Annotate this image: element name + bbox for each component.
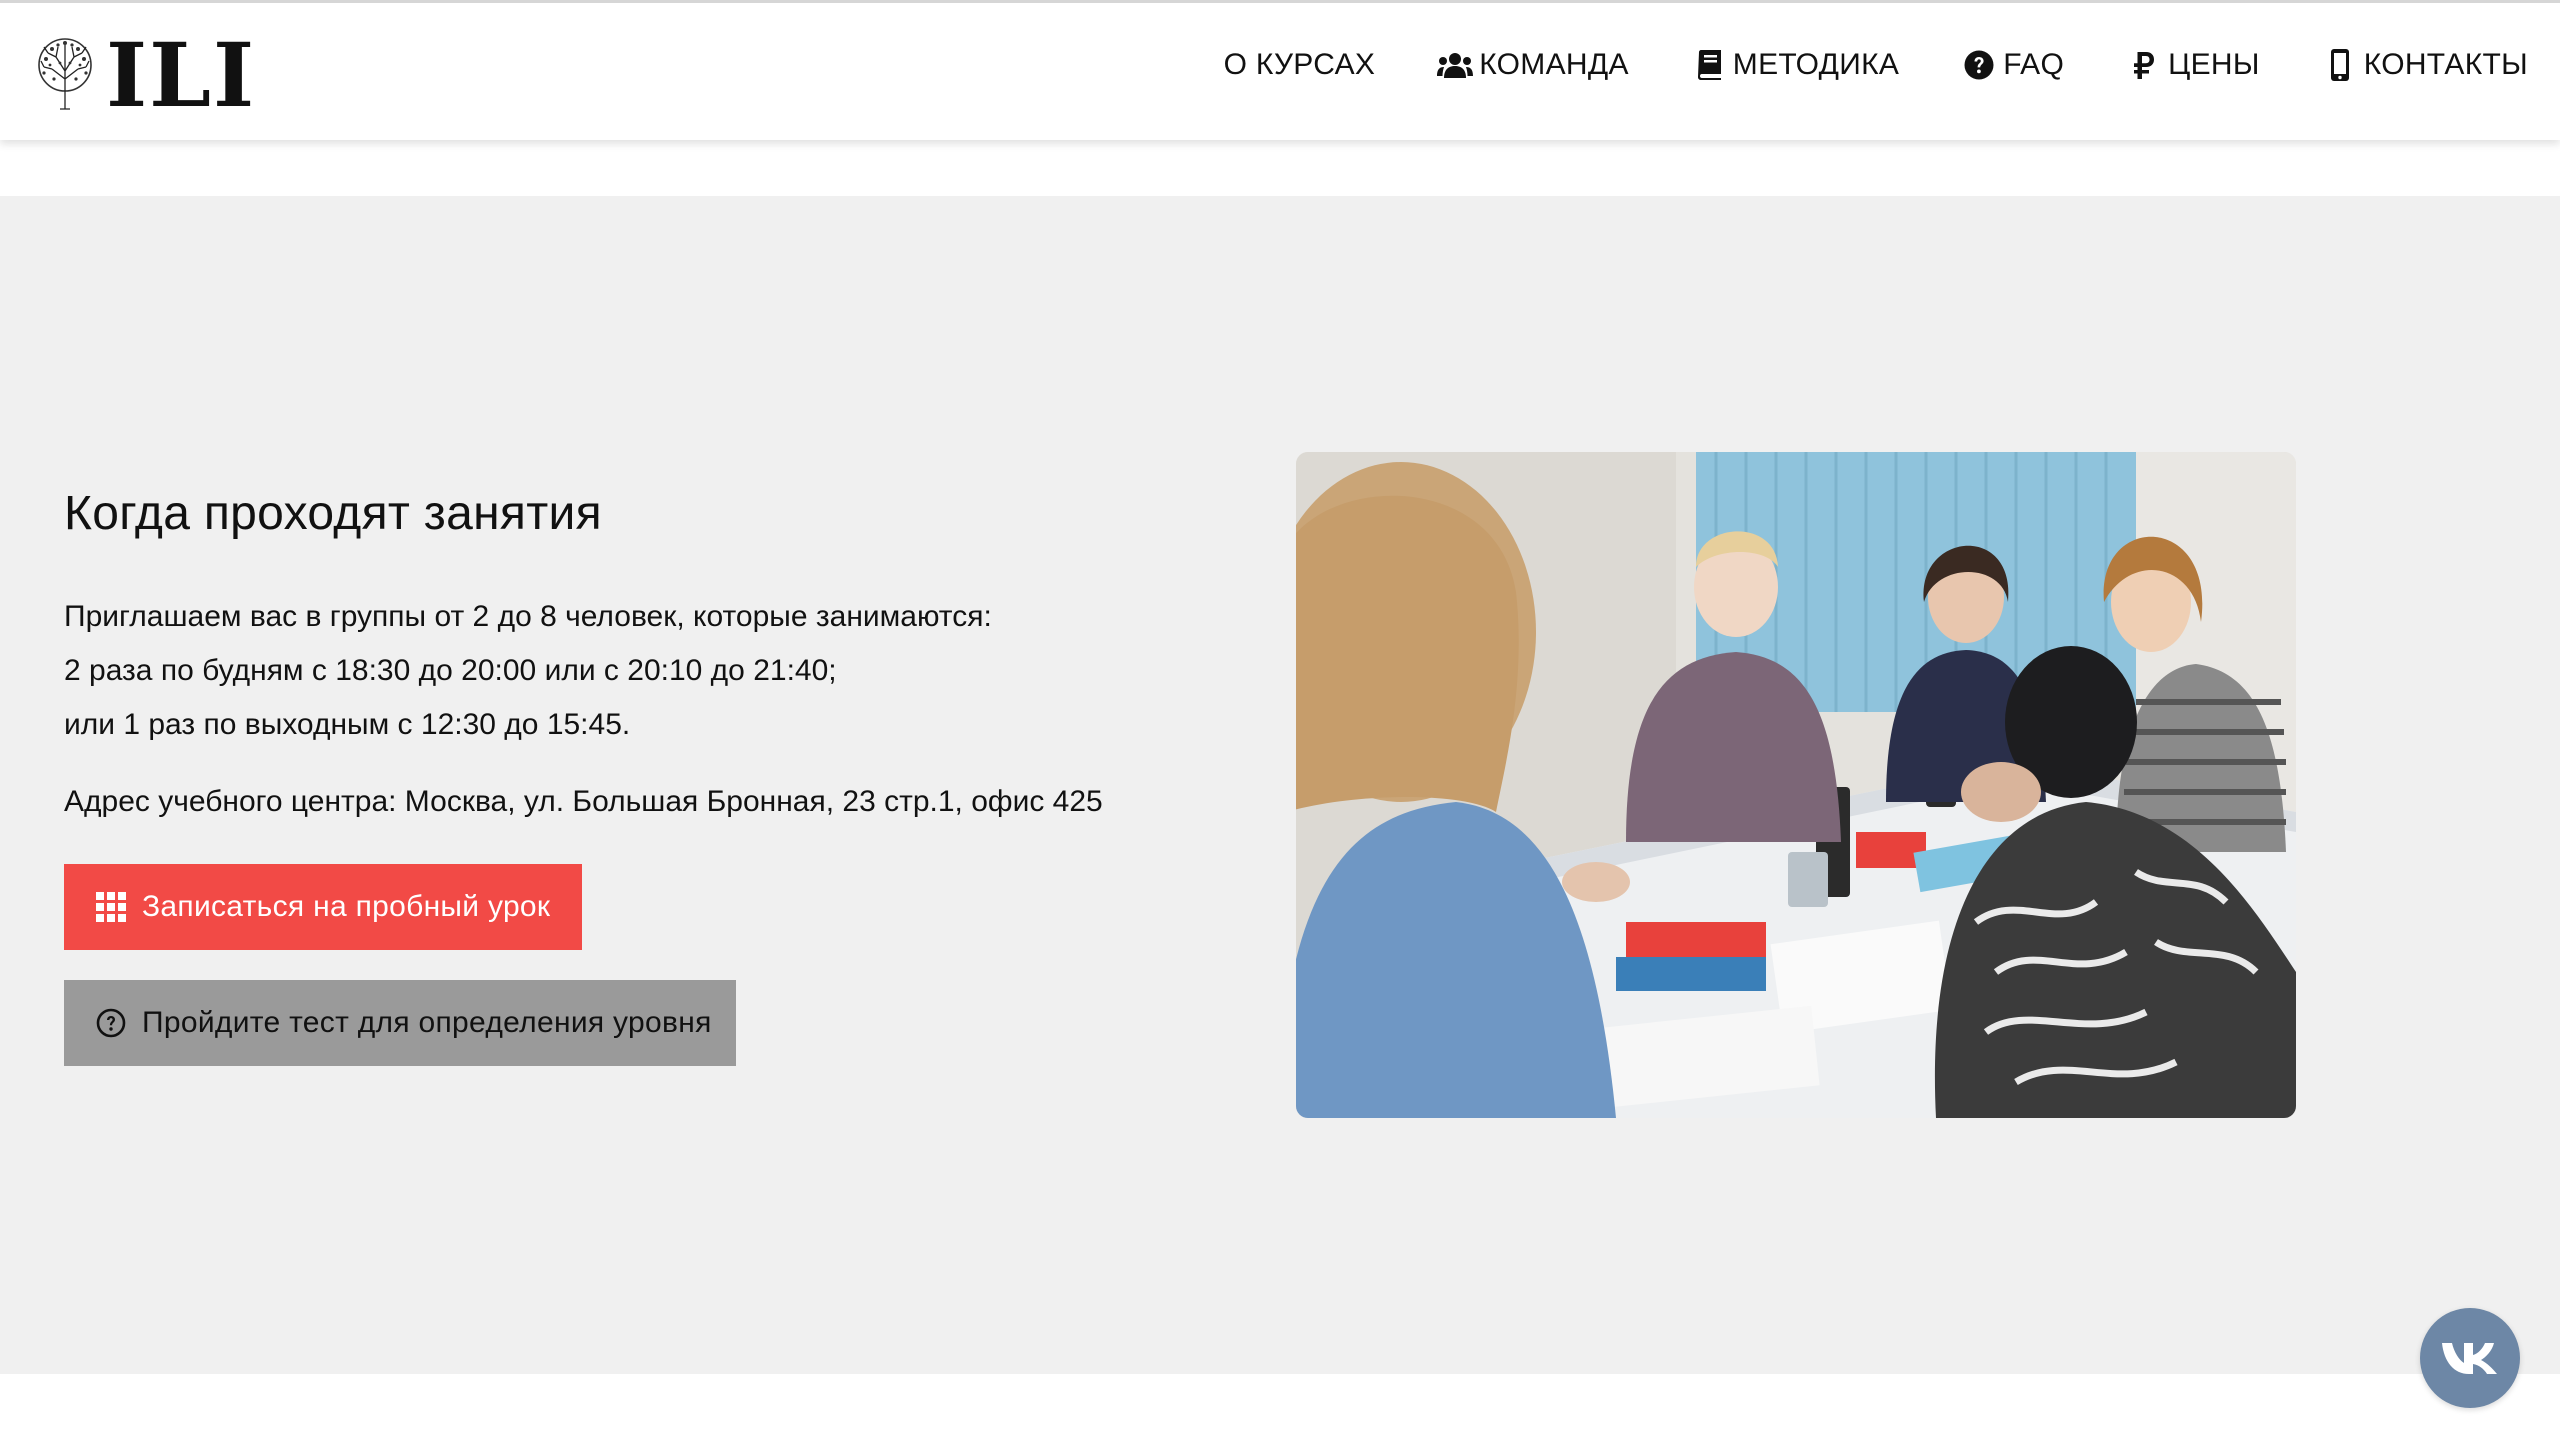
schedule-section: Когда проходят занятия Приглашаем вас в … [0,196,2560,1374]
tree-logo-icon [38,38,92,110]
section-title: Когда проходят занятия [64,487,602,540]
nav-item-label: КОНТАКТЫ [2363,48,2528,81]
photo-illustration [1296,452,2296,1118]
logo-text: ILI [106,23,257,127]
level-test-button-label: Пройдите тест для определения уровня [142,1006,712,1039]
trial-lesson-button-label: Записаться на пробный урок [142,890,551,923]
logo[interactable]: ILI [34,31,256,119]
nav-item-methodology[interactable]: МЕТОДИКА [1691,48,1899,82]
page: ILI О КУРСАХ КОМАНДА МЕТОДИКА FAQ ЦЕНЫ К… [0,0,2560,1446]
schedule-line: Приглашаем вас в группы от 2 до 8 челове… [64,600,992,633]
book-icon [1691,50,1727,80]
question-circle-icon [1961,50,1997,80]
vk-logo-icon [2442,1343,2497,1374]
main-nav: О КУРСАХ КОМАНДА МЕТОДИКА FAQ ЦЕНЫ КОНТА… [1224,43,2528,87]
nav-item-prices[interactable]: ЦЕНЫ [2126,48,2260,82]
ruble-icon [2126,50,2162,80]
grid-icon [94,890,128,924]
nav-item-label: МЕТОДИКА [1732,48,1900,81]
vk-social-button[interactable] [2420,1308,2520,1408]
users-icon [1437,50,1474,80]
address-text: Адрес учебного центра: Москва, ул. Больш… [64,785,1103,818]
nav-item-label: ЦЕНЫ [2168,48,2260,81]
nav-item-team[interactable]: КОМАНДА [1437,48,1629,82]
nav-item-label: КОМАНДА [1479,48,1629,81]
schedule-line: 2 раза по будням с 18:30 до 20:00 или с … [64,654,837,687]
nav-item-contacts[interactable]: КОНТАКТЫ [2322,48,2528,82]
nav-item-label: О КУРСАХ [1223,48,1376,81]
trial-lesson-button[interactable]: Записаться на пробный урок [64,864,582,950]
question-circle-icon [94,1006,128,1040]
mobile-phone-icon [2322,49,2358,81]
schedule-description: Приглашаем вас в группы от 2 до 8 челове… [64,590,1214,752]
nav-item-faq[interactable]: FAQ [1961,48,2064,82]
group-lesson-photo [1296,452,2296,1118]
level-test-button[interactable]: Пройдите тест для определения уровня [64,980,736,1066]
site-header: ILI О КУРСАХ КОМАНДА МЕТОДИКА FAQ ЦЕНЫ К… [0,0,2560,140]
nav-item-about-courses[interactable]: О КУРСАХ [1224,48,1376,82]
nav-item-label: FAQ [2003,48,2065,81]
schedule-line: или 1 раз по выходным с 12:30 до 15:45. [64,708,631,741]
